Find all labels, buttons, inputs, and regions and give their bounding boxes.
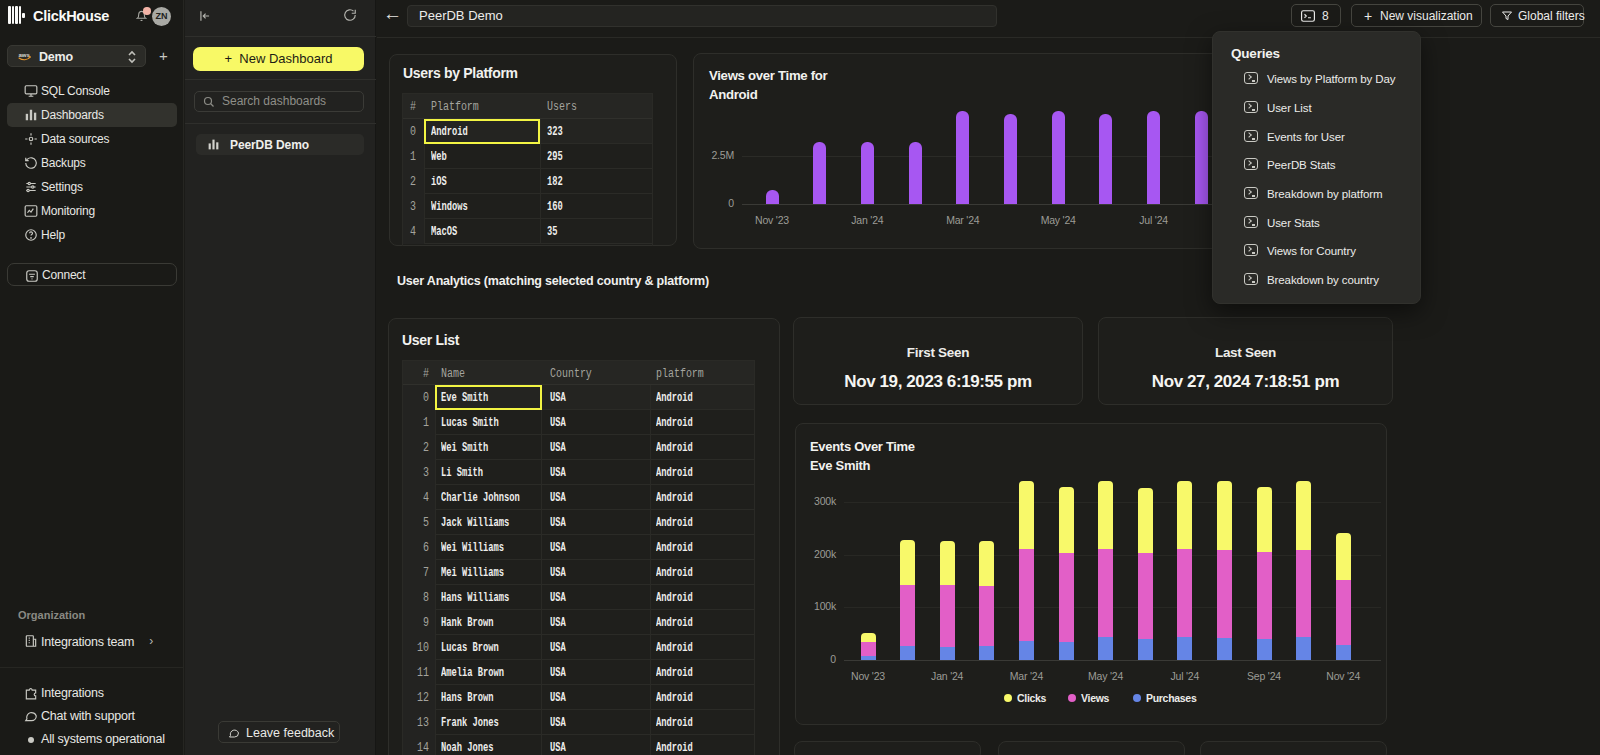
svg-text:aws: aws bbox=[19, 52, 31, 58]
